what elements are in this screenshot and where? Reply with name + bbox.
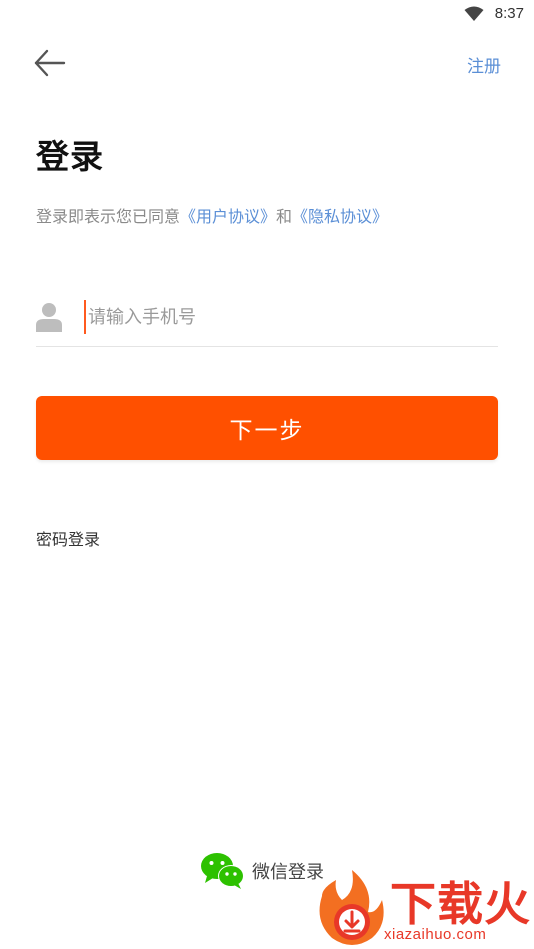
watermark: 下载火 xiazaihuo.com	[312, 866, 534, 949]
register-link[interactable]: 注册	[467, 52, 501, 77]
flame-logo-icon	[319, 870, 384, 945]
password-login-link[interactable]: 密码登录	[36, 526, 100, 550]
agreement-text: 登录即表示您已同意《用户协议》和《隐私协议》	[36, 203, 388, 227]
wechat-login-button[interactable]: 微信登录	[200, 850, 324, 892]
status-time: 8:37	[494, 5, 524, 22]
watermark-brand: 下载火	[390, 877, 531, 931]
next-button[interactable]: 下一步	[36, 396, 498, 460]
arrow-left-icon	[34, 49, 66, 77]
page-title: 登录	[36, 137, 104, 176]
status-bar: 8:37	[0, 0, 534, 30]
user-agreement-link[interactable]: 《用户协议》	[180, 207, 276, 226]
watermark-url: xiazaihuo.com	[384, 926, 487, 943]
wifi-icon	[464, 6, 484, 21]
privacy-policy-link[interactable]: 《隐私协议》	[292, 207, 388, 226]
phone-input[interactable]	[84, 300, 488, 334]
wechat-icon	[201, 853, 244, 889]
agreement-conjunction: 和	[276, 207, 293, 226]
phone-input-row	[36, 292, 498, 347]
agreement-prefix: 登录即表示您已同意	[36, 207, 181, 226]
user-icon	[36, 303, 62, 332]
back-button[interactable]	[32, 46, 68, 80]
